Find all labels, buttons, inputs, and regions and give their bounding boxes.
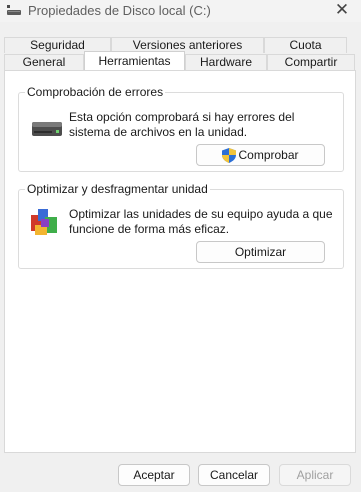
check-button[interactable]: Comprobar <box>196 144 325 166</box>
close-button[interactable]: ✕ <box>333 1 351 19</box>
hard-drive-icon <box>32 122 62 136</box>
error-check-desc-line2: sistema de archivos en la unidad. <box>69 125 248 139</box>
tab-compartir[interactable]: Compartir <box>267 54 355 70</box>
tab-cuota[interactable]: Cuota <box>264 37 347 53</box>
optimize-desc-line1: Optimizar las unidades de su equipo ayud… <box>69 207 333 221</box>
accept-button[interactable]: Aceptar <box>118 464 190 486</box>
cancel-button[interactable]: Cancelar <box>198 464 270 486</box>
optimize-desc-line2: funcione de forma más eficaz. <box>69 222 230 236</box>
window-title: Propiedades de Disco local (C:) <box>28 3 211 18</box>
tab-general[interactable]: General <box>4 54 84 70</box>
tab-panel-herramientas: Comprobación de errores Esta opción comp… <box>4 70 356 453</box>
uac-shield-icon <box>222 147 237 163</box>
error-check-group: Comprobación de errores Esta opción comp… <box>18 85 344 172</box>
optimize-legend: Optimizar y desfragmentar unidad <box>25 182 210 196</box>
tab-herramientas[interactable]: Herramientas <box>84 51 185 70</box>
tab-hardware[interactable]: Hardware <box>185 54 267 70</box>
optimize-button[interactable]: Optimizar <box>196 241 325 263</box>
apply-button[interactable]: Aplicar <box>279 464 351 486</box>
title-bar: Propiedades de Disco local (C:) ✕ <box>0 0 361 22</box>
error-check-description: Esta opción comprobará si hay errores de… <box>69 110 339 140</box>
error-check-desc-line1: Esta opción comprobará si hay errores de… <box>69 110 295 124</box>
drive-icon <box>7 5 21 15</box>
close-icon: ✕ <box>334 0 350 19</box>
optimize-group: Optimizar y desfragmentar unidad Optimiz… <box>18 182 344 269</box>
optimize-description: Optimizar las unidades de su equipo ayud… <box>69 207 339 237</box>
defrag-icon <box>31 209 57 235</box>
error-check-legend: Comprobación de errores <box>25 85 166 99</box>
check-button-label: Comprobar <box>238 148 299 162</box>
